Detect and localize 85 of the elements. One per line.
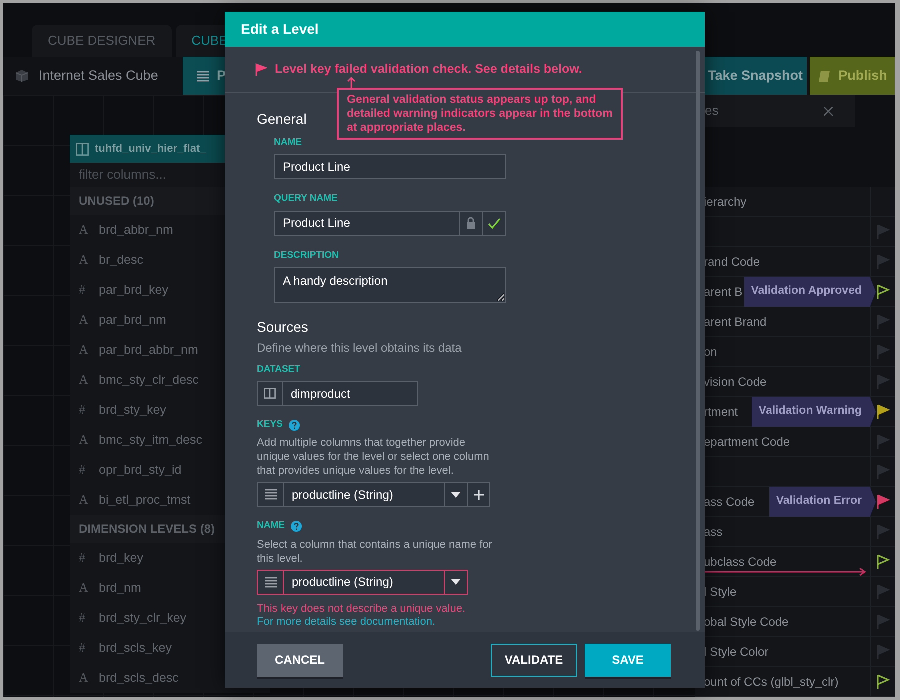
type-icon: A	[79, 310, 89, 330]
column-name[interactable]: par_brd_nm	[99, 310, 166, 330]
query-name-field[interactable]: Product Line	[274, 210, 506, 236]
type-icon: #	[79, 638, 89, 658]
column-name[interactable]: brd_sty_key	[99, 400, 166, 420]
name-field[interactable]: Product Line	[274, 154, 506, 180]
validation-tooltip: Validation Approved	[744, 277, 876, 307]
panel-title: es	[705, 102, 719, 120]
type-icon: #	[79, 460, 89, 480]
save-button[interactable]: SAVE	[585, 644, 671, 676]
field-label: KEYS	[257, 418, 283, 432]
annotation-arrow	[347, 77, 356, 88]
field-label: DESCRIPTION	[274, 248, 339, 262]
list-icon	[197, 70, 209, 82]
help-icon[interactable]	[290, 520, 302, 532]
caret-icon	[451, 579, 461, 585]
column-name[interactable]: bmc_sty_clr_desc	[99, 370, 200, 390]
designer-tab[interactable]: CUBE DESIGNER	[32, 25, 172, 58]
column-name[interactable]: brd_abbr_nm	[99, 220, 174, 240]
section-heading: Sources	[257, 318, 308, 337]
cancel-button[interactable]: CANCEL	[257, 644, 343, 676]
type-icon: #	[79, 548, 89, 568]
column-name[interactable]: brd_sty_clr_key	[99, 608, 187, 628]
annotation-callout: General validation status appears up top, and detailed warning indicators appear in the bottom at appropriate places.	[337, 88, 623, 140]
close-icon[interactable]	[824, 106, 833, 116]
lock-icon[interactable]	[466, 217, 476, 229]
type-icon: A	[79, 250, 89, 270]
help-text: Add multiple columns that together provide unique values for the level or select one column that provides unique values for the level.	[257, 436, 490, 478]
type-icon: A	[79, 578, 89, 598]
description-field[interactable]: A handy description	[274, 266, 506, 303]
help-icon[interactable]	[288, 420, 300, 431]
dialog-title: Edit a Level	[241, 20, 319, 39]
scrollbar[interactable]	[696, 51, 700, 631]
filter-field[interactable]: filter columns...	[70, 164, 270, 186]
cube-icon	[15, 69, 29, 84]
documentation-link[interactable]: For more details see documentation.	[257, 616, 685, 628]
caret-icon	[451, 492, 461, 498]
column-select[interactable]: productline (String)	[257, 482, 468, 508]
column-name[interactable]: par_brd_key	[99, 280, 168, 300]
plus-icon	[474, 490, 484, 500]
dataset-field[interactable]: dimproduct	[257, 381, 418, 406]
toolbar-button[interactable]: Publish	[810, 57, 895, 95]
type-icon: A	[79, 340, 89, 360]
type-icon: A	[79, 490, 89, 510]
error-message: This key does not describe a unique value.	[257, 602, 467, 616]
list-icon	[264, 576, 276, 588]
type-icon: A	[79, 430, 89, 450]
column-name[interactable]: opr_brd_sty_id	[99, 460, 182, 480]
type-icon: A	[79, 370, 89, 390]
validation-tooltip: Validation Warning	[752, 397, 876, 427]
alert-message: Level key failed validation check. See details below.	[275, 61, 582, 78]
column-name[interactable]: brd_nm	[99, 578, 142, 598]
table-icon	[264, 388, 276, 399]
book-icon	[818, 70, 831, 83]
panel-title: tuhfd_univ_hier_flat_	[95, 142, 206, 157]
section-subtitle: Define where this level obtains its data	[257, 340, 463, 357]
add-button[interactable]	[468, 482, 490, 508]
field-label: DATASET	[257, 362, 300, 377]
type-icon: #	[79, 400, 89, 420]
flag-icon	[255, 62, 267, 76]
field-label: NAME	[274, 136, 302, 150]
column-name[interactable]: brd_scls_key	[99, 638, 172, 658]
column-name[interactable]: bmc_sty_itm_desc	[99, 430, 203, 450]
table-icon	[76, 142, 89, 156]
type-icon: #	[79, 280, 89, 300]
validation-tooltip: Validation Error	[769, 487, 876, 517]
toolbar-button[interactable]: Take Snapshot	[704, 57, 807, 95]
field-label: QUERY NAME	[274, 192, 338, 206]
type-icon: A	[79, 668, 89, 688]
list-icon	[264, 489, 276, 500]
field-value: dimproduct	[290, 386, 352, 402]
column-name[interactable]: brd_key	[99, 548, 144, 568]
section-heading: General	[257, 110, 307, 129]
column-name[interactable]: bi_etl_proc_tmst	[99, 490, 191, 510]
type-icon: #	[79, 608, 89, 628]
column-name[interactable]: brd_scls_desc	[99, 668, 179, 688]
column-select[interactable]: productline (String)	[257, 570, 468, 594]
column-name[interactable]: br_desc	[99, 250, 144, 270]
type-icon: A	[79, 220, 89, 240]
select-value: productline (String)	[291, 574, 394, 591]
validate-button[interactable]: VALIDATE	[491, 644, 577, 676]
field-value: Product Line	[282, 215, 352, 232]
cube-name: Internet Sales Cube	[39, 66, 158, 85]
select-value: productline (String)	[291, 486, 394, 504]
column-name[interactable]: par_brd_abbr_nm	[99, 340, 198, 360]
